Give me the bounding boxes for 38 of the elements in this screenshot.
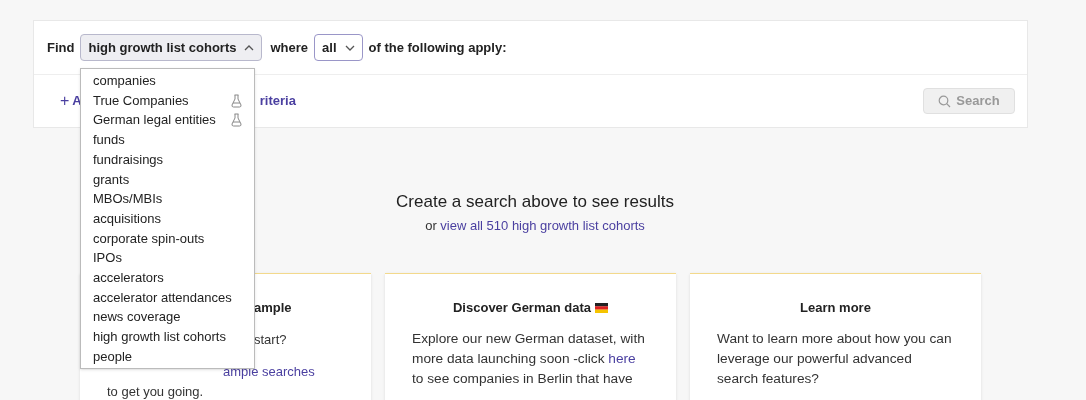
card-text: Explore our new German dataset, with more data launching soon -click here to see companies in Berlin that have xyxy=(412,329,646,388)
search-icon xyxy=(938,94,952,108)
caret-icon xyxy=(344,44,355,51)
card-text: to get you going. xyxy=(107,382,204,400)
where-label: where xyxy=(270,38,309,57)
menu-item[interactable]: news coverage xyxy=(81,307,254,327)
plus-icon[interactable]: + xyxy=(60,89,70,113)
menu-item[interactable]: funds xyxy=(81,130,254,150)
menu-item[interactable]: IPOs xyxy=(81,248,254,268)
view-all-link[interactable]: view all 510 high growth list cohorts xyxy=(440,217,645,233)
menu-item[interactable]: companies xyxy=(81,71,254,91)
menu-item[interactable]: grants xyxy=(81,169,254,190)
empty-state-heading: Create a search above to see results xyxy=(396,191,674,213)
card-text: Want to learn more about how you can leverage our powerful advanced search features? xyxy=(717,329,953,388)
entity-select[interactable]: high growth list cohorts xyxy=(80,34,263,61)
menu-item[interactable]: German legal entities xyxy=(81,110,254,131)
or-text: or xyxy=(425,217,437,233)
caret-icon xyxy=(244,44,255,51)
card-title: Discover German data xyxy=(412,298,649,318)
card-title: ample xyxy=(254,299,292,317)
flask-icon xyxy=(231,93,242,108)
card-title: Learn more xyxy=(799,299,872,317)
menu-item[interactable]: acquisitions xyxy=(81,208,254,229)
menu-item[interactable]: corporate spin-outs xyxy=(81,228,254,249)
menu-item[interactable]: accelerators xyxy=(81,267,254,288)
german-flag-icon xyxy=(595,303,608,313)
flask-icon xyxy=(231,113,242,128)
menu-item[interactable]: high growth list cohorts xyxy=(81,326,254,347)
menu-item[interactable]: True Companies xyxy=(81,90,254,111)
menu-item[interactable]: fundraisings xyxy=(81,149,254,170)
card-text: start? xyxy=(254,330,287,349)
here-link[interactable]: here xyxy=(608,350,636,366)
menu-item[interactable]: MBOs/MBIs xyxy=(81,189,254,209)
match-select[interactable]: all xyxy=(314,34,363,61)
menu-item[interactable]: accelerator attendances xyxy=(81,287,254,308)
find-label: Find xyxy=(47,38,75,57)
add-criteria-link[interactable]: riteria xyxy=(259,91,296,111)
condition-text: of the following apply: xyxy=(368,38,507,57)
